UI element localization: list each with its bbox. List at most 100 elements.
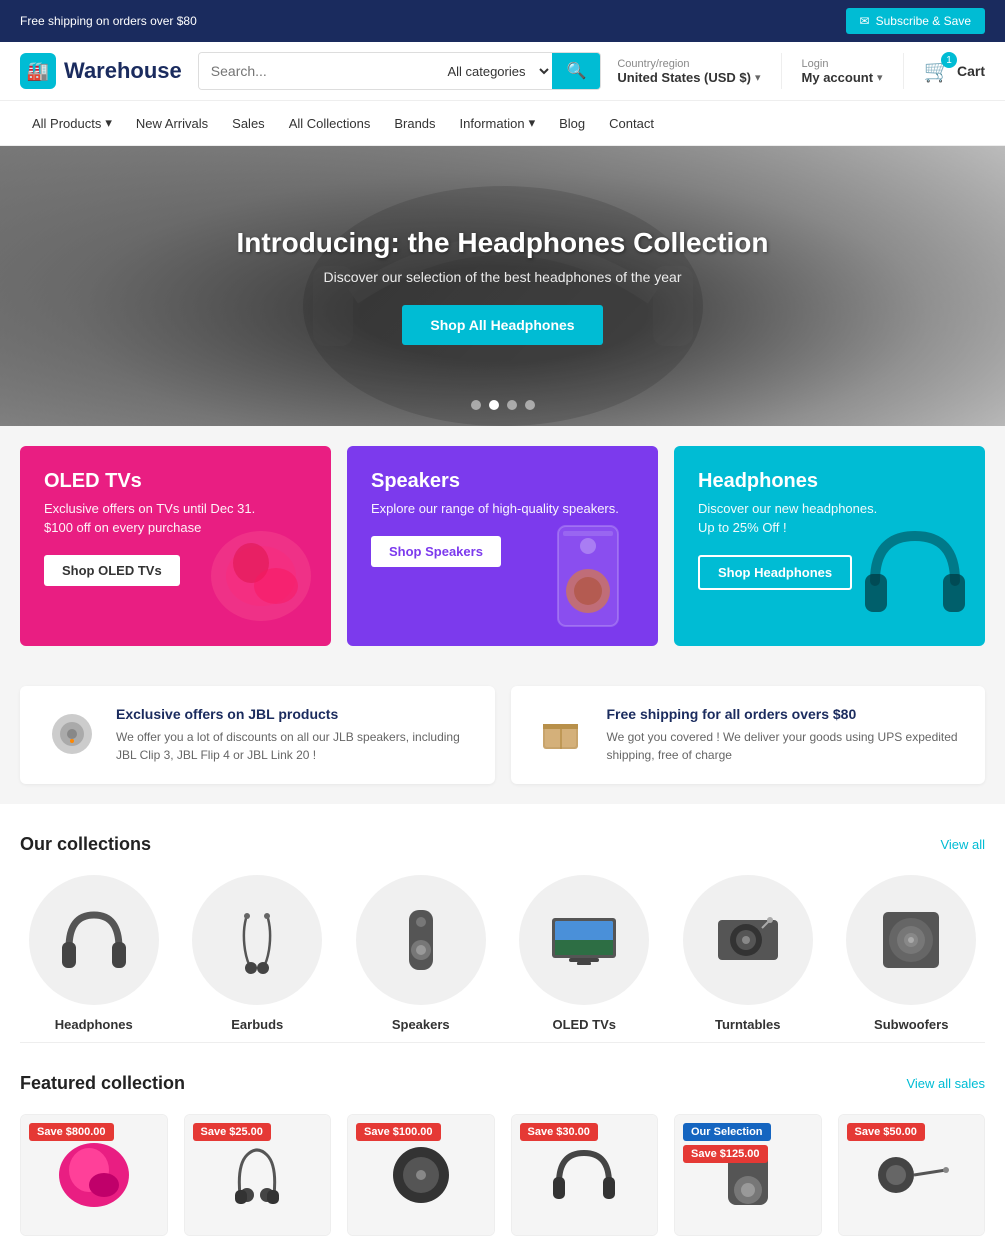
shipping-title: Free shipping for all orders overs $80 (607, 706, 962, 722)
product-card-2[interactable]: Save $25.00 (184, 1114, 332, 1236)
featured-title: Featured collection (20, 1073, 185, 1094)
promo-speakers-desc1: Explore our range of high-quality speake… (371, 501, 634, 516)
nav-item-new-arrivals[interactable]: New Arrivals (124, 102, 220, 145)
hero-cta-button[interactable]: Shop All Headphones (402, 305, 602, 345)
country-region[interactable]: Country/region United States (USD $) ▾ (617, 58, 760, 85)
subscribe-button[interactable]: ✉ Subscribe & Save (846, 8, 985, 34)
info-banner-shipping: Free shipping for all orders overs $80 W… (511, 686, 986, 784)
product-card-4[interactable]: Save $30.00 (511, 1114, 659, 1236)
collection-label-turntables: Turntables (715, 1017, 781, 1032)
login-section[interactable]: Login My account ▾ (802, 58, 883, 85)
promo-headphones-title: Headphones (698, 470, 961, 493)
nav-item-all-collections[interactable]: All Collections (277, 102, 383, 145)
hero-dots (471, 400, 535, 410)
promo-headphones-desc1: Discover our new headphones. (698, 501, 961, 516)
nav-item-all-products[interactable]: All Products ▾ (20, 101, 124, 145)
collections-view-all[interactable]: View all (940, 837, 985, 852)
collection-circle-subwoofers (846, 875, 976, 1005)
shipping-text: Free shipping on orders over $80 (20, 14, 197, 28)
search-input[interactable] (199, 53, 434, 89)
promo-oled-image (201, 516, 321, 636)
shipping-desc: We got you covered ! We deliver your goo… (607, 728, 962, 764)
promo-oled-desc1: Exclusive offers on TVs until Dec 31. (44, 501, 307, 516)
collection-circle-speakers (356, 875, 486, 1005)
collection-item-turntables[interactable]: Turntables (674, 875, 822, 1032)
promo-headphones-image (855, 516, 975, 636)
products-grid: Save $800.00 Save $25.00 (20, 1114, 985, 1236)
category-select[interactable]: All categories (433, 53, 552, 89)
hero-banner: Introducing: the Headphones Collection D… (0, 146, 1005, 426)
product-card-1[interactable]: Save $800.00 (20, 1114, 168, 1236)
nav-item-contact[interactable]: Contact (597, 102, 666, 145)
collection-item-oled[interactable]: OLED TVs (511, 875, 659, 1032)
chevron-down-icon: ▾ (529, 115, 536, 131)
product-card-3[interactable]: Save $100.00 (347, 1114, 495, 1236)
nav-item-brands[interactable]: Brands (382, 102, 447, 145)
hero-title: Introducing: the Headphones Collection (237, 227, 769, 259)
chevron-down-icon: ▾ (877, 71, 883, 84)
nav-item-information[interactable]: Information ▾ (448, 101, 548, 145)
cart-badge: 1 (941, 52, 957, 68)
promo-section: OLED TVs Exclusive offers on TVs until D… (0, 426, 1005, 666)
top-bar: Free shipping on orders over $80 ✉ Subsc… (0, 0, 1005, 42)
collection-item-speakers[interactable]: Speakers (347, 875, 495, 1032)
jbl-icon (44, 706, 100, 762)
featured-header: Featured collection View all sales (20, 1073, 985, 1094)
jbl-title: Exclusive offers on JBL products (116, 706, 471, 722)
collection-label-oled: OLED TVs (552, 1017, 616, 1032)
promo-card-oled: OLED TVs Exclusive offers on TVs until D… (20, 446, 331, 646)
promo-headphones-button[interactable]: Shop Headphones (698, 555, 852, 590)
promo-speakers-image (528, 516, 648, 636)
hero-dot-3[interactable] (507, 400, 517, 410)
search-bar: All categories 🔍 (198, 52, 602, 90)
product-card-5[interactable]: Our Selection Save $125.00 (674, 1114, 822, 1236)
promo-oled-title: OLED TVs (44, 470, 307, 493)
collection-item-subwoofers[interactable]: Subwoofers (838, 875, 986, 1032)
collections-header: Our collections View all (20, 834, 985, 855)
logo[interactable]: 🏭 Warehouse (20, 53, 182, 89)
product-1-badge: Save $800.00 (29, 1123, 114, 1141)
shipping-icon (535, 706, 591, 762)
cart-button[interactable]: 🛒 1 Cart (924, 58, 985, 84)
nav-item-blog[interactable]: Blog (547, 102, 597, 145)
collection-item-headphones[interactable]: Headphones (20, 875, 168, 1032)
promo-card-headphones: Headphones Discover our new headphones. … (674, 446, 985, 646)
product-5-badge-save: Save $125.00 (683, 1145, 768, 1163)
promo-oled-button[interactable]: Shop OLED TVs (44, 555, 180, 586)
collection-label-earbuds: Earbuds (231, 1017, 283, 1032)
cart-icon-wrap: 🛒 1 (924, 58, 951, 84)
header-right: Country/region United States (USD $) ▾ L… (617, 53, 985, 89)
promo-speakers-button[interactable]: Shop Speakers (371, 536, 501, 567)
jbl-desc: We offer you a lot of discounts on all o… (116, 728, 471, 764)
collection-label-speakers: Speakers (392, 1017, 450, 1032)
chevron-down-icon: ▾ (755, 71, 761, 84)
collection-label-headphones: Headphones (55, 1017, 133, 1032)
info-banners: Exclusive offers on JBL products We offe… (0, 666, 1005, 804)
collection-item-earbuds[interactable]: Earbuds (184, 875, 332, 1032)
info-banner-jbl: Exclusive offers on JBL products We offe… (20, 686, 495, 784)
collections-title: Our collections (20, 834, 151, 855)
promo-speakers-title: Speakers (371, 470, 634, 493)
logo-text: Warehouse (64, 58, 182, 84)
hero-subtitle: Discover our selection of the best headp… (237, 269, 769, 285)
collection-circle-earbuds (192, 875, 322, 1005)
product-2-badge: Save $25.00 (193, 1123, 271, 1141)
featured-section: Featured collection View all sales Save … (0, 1043, 1005, 1256)
product-3-badge: Save $100.00 (356, 1123, 441, 1141)
nav-item-sales[interactable]: Sales (220, 102, 277, 145)
cart-label: Cart (957, 63, 985, 79)
product-card-6[interactable]: Save $50.00 (838, 1114, 986, 1236)
product-4-badge: Save $30.00 (520, 1123, 598, 1141)
hero-dot-1[interactable] (471, 400, 481, 410)
chevron-down-icon: ▾ (105, 115, 112, 131)
jbl-banner-text: Exclusive offers on JBL products We offe… (116, 706, 471, 764)
collection-label-subwoofers: Subwoofers (874, 1017, 948, 1032)
hero-dot-4[interactable] (525, 400, 535, 410)
search-button[interactable]: 🔍 (552, 53, 600, 89)
logo-icon: 🏭 (20, 53, 56, 89)
featured-view-all[interactable]: View all sales (906, 1076, 985, 1091)
collection-circle-oled (519, 875, 649, 1005)
product-6-badge: Save $50.00 (847, 1123, 925, 1141)
hero-dot-2[interactable] (489, 400, 499, 410)
collection-circle-turntables (683, 875, 813, 1005)
